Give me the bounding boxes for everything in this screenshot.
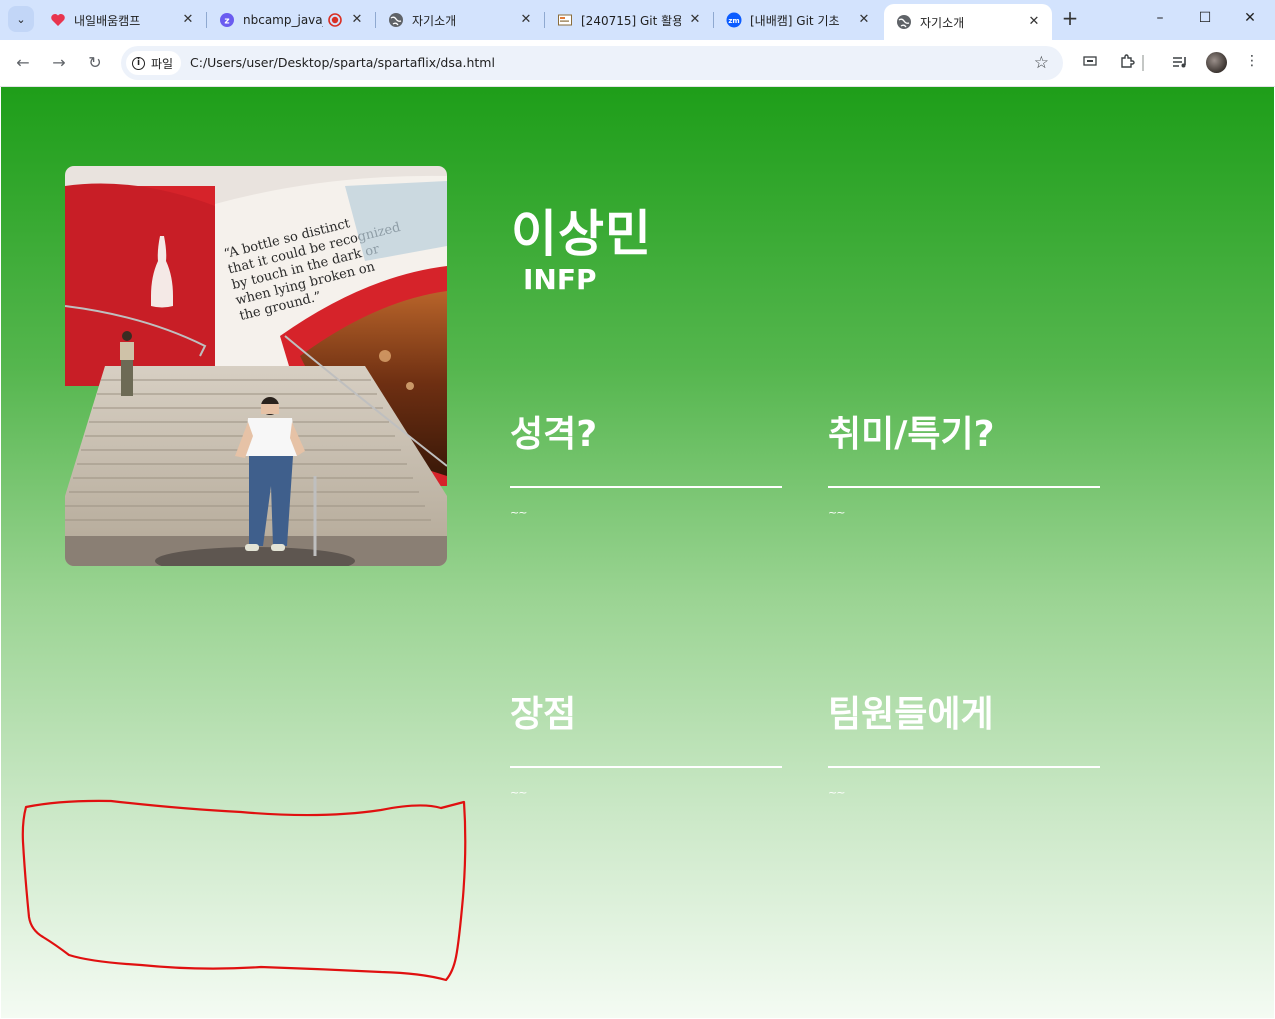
page-viewport: “A bottle so distinct that it could be r… (1, 87, 1274, 1018)
close-icon[interactable]: ✕ (687, 12, 703, 28)
tab-intro-1[interactable]: 자기소개 ✕ (376, 4, 545, 36)
tab-title: 자기소개 (920, 15, 965, 30)
tab-strip: ⌄ 내일배움캠프 ✕ z nbcamp_java_ ✕ 자기소개 ✕ [2407… (0, 0, 1275, 40)
media-queue-icon[interactable] (1170, 53, 1190, 73)
card-body: ~~ (510, 786, 527, 799)
card-personality: 성격? ~~ (510, 410, 782, 519)
info-icon: i (132, 56, 145, 70)
profile-mbti: INFP (523, 263, 597, 296)
notion-icon (557, 12, 573, 28)
tab-title: nbcamp_java_ (243, 13, 323, 27)
tab-title: 내일배움캠프 (74, 13, 141, 28)
card-title: 취미/특기? (828, 414, 995, 455)
card-body: ~~ (510, 506, 527, 519)
card-title: 팀원들에게 (828, 694, 994, 735)
card-title: 성격? (510, 414, 598, 455)
bookmark-star-icon[interactable]: ☆ (1034, 53, 1049, 73)
tab-naeil-camp[interactable]: 내일배움캠프 ✕ (38, 4, 207, 36)
svg-text:z: z (224, 17, 229, 27)
close-icon[interactable]: ✕ (180, 12, 196, 28)
zep-icon: z (219, 12, 235, 28)
tab-title: 자기소개 (412, 13, 457, 28)
divider (510, 766, 782, 768)
card-title: 장점 (510, 694, 577, 735)
recording-icon (327, 12, 343, 28)
window-close-button[interactable]: ✕ (1240, 10, 1260, 30)
card-body: ~~ (828, 506, 845, 519)
card-to-team: 팀원들에게 ~~ (828, 690, 1100, 799)
address-bar[interactable]: i 파일 C:/Users/user/Desktop/sparta/sparta… (121, 46, 1063, 80)
profile-avatar[interactable] (1206, 52, 1227, 73)
divider (828, 486, 1100, 488)
heart-icon (50, 12, 66, 28)
close-icon[interactable]: ✕ (518, 12, 534, 28)
site-info-label: 파일 (151, 56, 174, 71)
tab-nbcamp-java[interactable]: z nbcamp_java_ ✕ (207, 4, 376, 36)
tab-git-usage[interactable]: [240715] Git 활용 ✕ (545, 4, 714, 36)
profile-photo: “A bottle so distinct that it could be r… (65, 166, 447, 566)
more-menu-icon[interactable]: ⋮ (1242, 53, 1262, 73)
site-info-chip[interactable]: i 파일 (126, 51, 182, 75)
minimize-button[interactable]: – (1150, 10, 1170, 30)
maximize-button[interactable]: ☐ (1195, 10, 1215, 30)
close-icon[interactable]: ✕ (349, 12, 365, 28)
chevron-down-icon: ⌄ (16, 12, 26, 26)
close-icon[interactable]: ✕ (1026, 14, 1042, 30)
svg-text:zm: zm (728, 17, 739, 25)
extensions-icon[interactable] (1117, 53, 1137, 73)
forward-arrow-icon[interactable]: → (48, 52, 70, 74)
divider (828, 766, 1100, 768)
browser-toolbar: ← → ↻ i 파일 C:/Users/user/Desktop/sparta/… (0, 40, 1275, 87)
profile-name: 이상민 (511, 205, 652, 263)
back-arrow-icon[interactable]: ← (12, 52, 34, 74)
tab-title: [내배캠] Git 기초 (750, 13, 840, 28)
divider (510, 486, 782, 488)
tab-title: [240715] Git 활용 (581, 13, 681, 28)
url-text[interactable]: C:/Users/user/Desktop/sparta/spartaflix/… (190, 55, 495, 70)
tab-intro-active[interactable]: 자기소개 ✕ (884, 4, 1052, 40)
cast-icon[interactable] (1080, 53, 1100, 73)
card-hobby: 취미/특기? ~~ (828, 410, 1100, 519)
globe-icon (896, 14, 912, 30)
new-tab-button[interactable]: + (1060, 8, 1080, 29)
card-body: ~~ (828, 786, 845, 799)
card-strengths: 장점 ~~ (510, 690, 782, 799)
zoom-icon: zm (726, 12, 742, 28)
reload-icon[interactable]: ↻ (84, 52, 106, 74)
globe-icon (388, 12, 404, 28)
toolbar-divider (1142, 55, 1144, 71)
tab-git-basics[interactable]: zm [내배캠] Git 기초 ✕ (714, 4, 882, 36)
tab-search-button[interactable]: ⌄ (8, 6, 34, 32)
close-icon[interactable]: ✕ (856, 12, 872, 28)
